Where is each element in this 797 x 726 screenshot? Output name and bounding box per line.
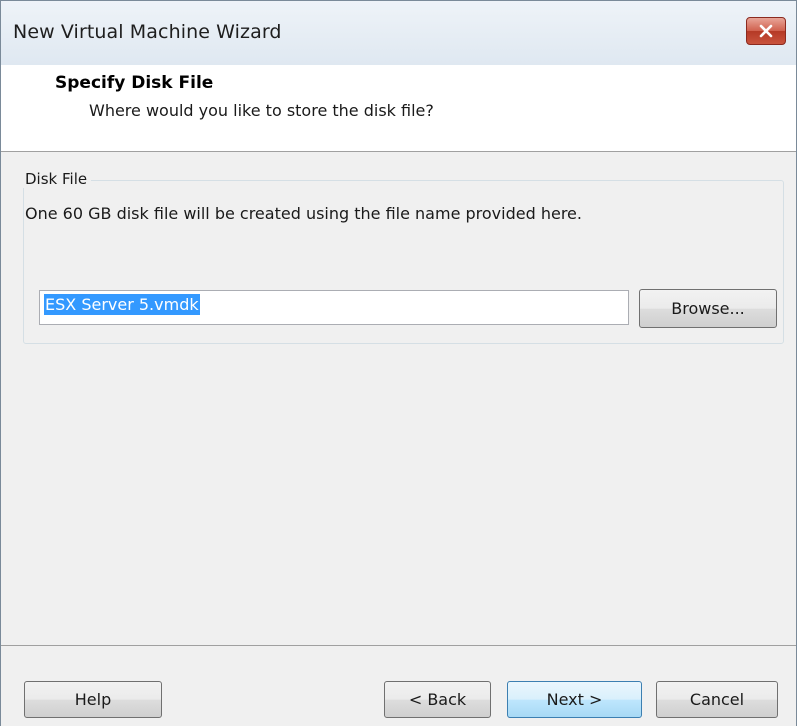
- disk-file-name-input[interactable]: ESX Server 5.vmdk: [39, 290, 629, 325]
- disk-file-group-label: Disk File: [21, 170, 92, 188]
- browse-button[interactable]: Browse...: [639, 289, 777, 328]
- next-button[interactable]: Next >: [507, 681, 642, 718]
- wizard-window: New Virtual Machine Wizard Specify Disk …: [0, 0, 797, 726]
- close-icon: [759, 24, 773, 38]
- help-button[interactable]: Help: [24, 681, 162, 718]
- page-subtitle: Where would you like to store the disk f…: [89, 101, 434, 120]
- disk-file-description: One 60 GB disk file will be created usin…: [25, 204, 582, 223]
- title-bar[interactable]: New Virtual Machine Wizard: [1, 1, 796, 65]
- page-title: Specify Disk File: [55, 73, 214, 93]
- back-button[interactable]: < Back: [384, 681, 491, 718]
- wizard-content: Disk File One 60 GB disk file will be cr…: [1, 152, 796, 645]
- wizard-footer: Help < Back Next > Cancel: [1, 645, 796, 726]
- window-title: New Virtual Machine Wizard: [13, 21, 282, 43]
- cancel-button[interactable]: Cancel: [656, 681, 778, 718]
- disk-file-name-value: ESX Server 5.vmdk: [44, 294, 200, 315]
- close-button[interactable]: [746, 17, 786, 45]
- wizard-header: Specify Disk File Where would you like t…: [1, 65, 796, 152]
